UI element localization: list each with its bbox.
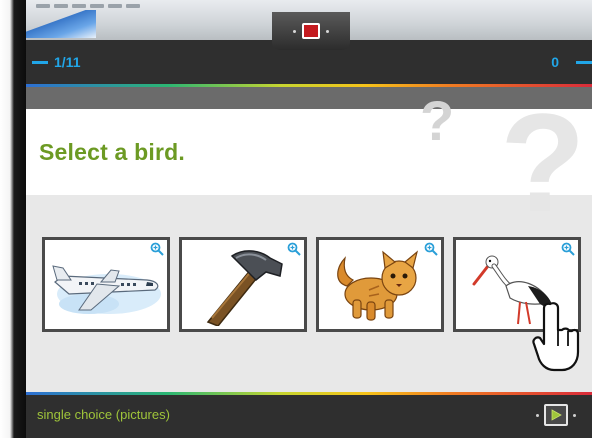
slide-icon [302, 23, 320, 39]
dot-icon [536, 413, 539, 417]
answer-option-airplane[interactable] [42, 237, 170, 332]
hammer-icon [206, 250, 283, 326]
decorative-wedge [26, 10, 96, 38]
quiz-player: 1/11 0 Select a bird. ? ? single choice … [0, 0, 592, 438]
score-counter: 0 [551, 54, 559, 70]
cat-icon [337, 250, 419, 321]
window-left-edge [0, 0, 26, 438]
airplane-icon [52, 265, 161, 314]
dash-icon [32, 61, 48, 64]
mini-menu-item[interactable] [126, 4, 140, 8]
mini-menu-item[interactable] [90, 4, 104, 8]
mini-menu-item[interactable] [72, 4, 86, 8]
mini-menu-item[interactable] [54, 4, 68, 8]
question-mark-icon: ? [500, 84, 586, 241]
next-button[interactable] [536, 401, 576, 429]
dot-icon [573, 413, 576, 417]
dash-icon [576, 61, 592, 64]
next-arrow-icon [544, 404, 568, 426]
mini-menu-item[interactable] [36, 4, 50, 8]
mini-menu-item[interactable] [108, 4, 122, 8]
answer-option-hammer[interactable] [179, 237, 307, 332]
mini-menu [36, 4, 186, 10]
question-text: Select a bird. [39, 139, 185, 165]
answer-option-cat[interactable] [316, 237, 444, 332]
question-type-label: single choice (pictures) [37, 407, 170, 422]
footer-bar: single choice (pictures) [26, 395, 592, 438]
slide-menu-button[interactable] [272, 12, 350, 50]
question-mark-icon: ? [420, 89, 455, 152]
hand-cursor-icon [532, 302, 580, 372]
question-progress: 1/11 [54, 54, 81, 70]
dot-icon [326, 29, 329, 33]
dot-icon [293, 29, 296, 33]
answer-options [42, 237, 582, 333]
